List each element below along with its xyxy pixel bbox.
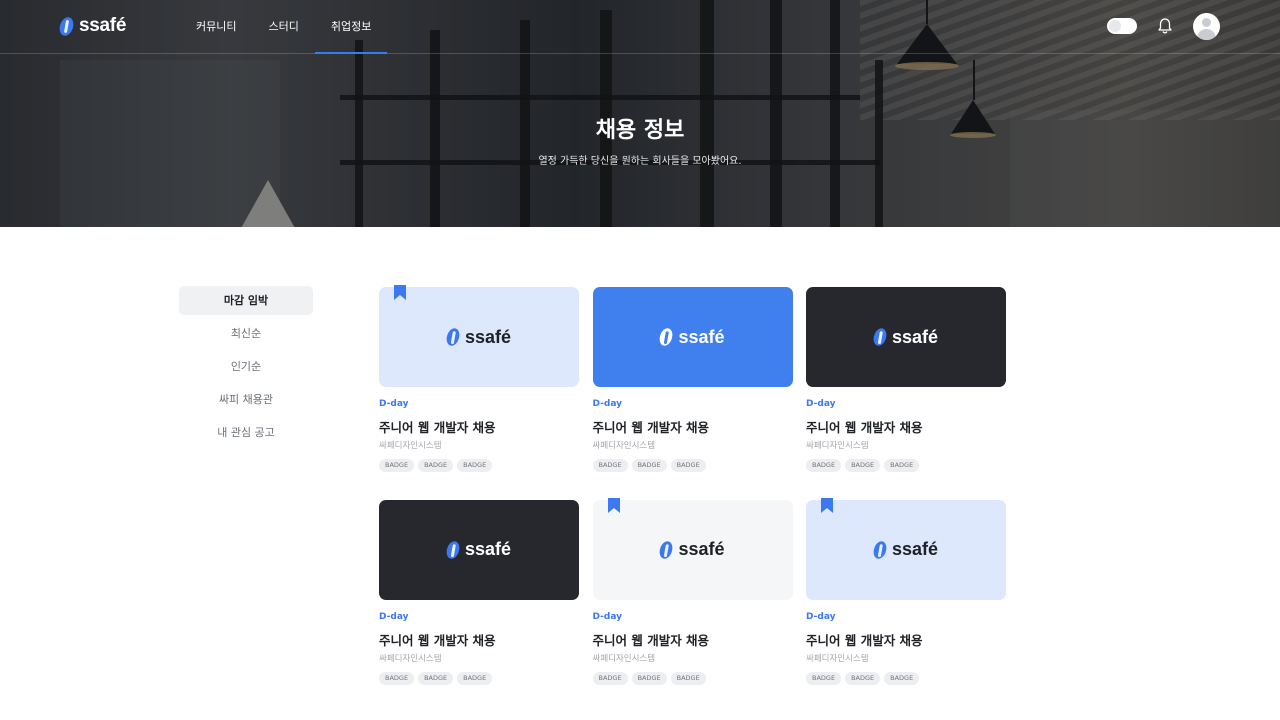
- badge: BADGE: [845, 459, 881, 472]
- badge: BADGE: [379, 459, 415, 472]
- badge: BADGE: [806, 459, 842, 472]
- bookmark-icon[interactable]: [394, 285, 406, 300]
- job-card-badges: BADGE BADGE BADGE: [592, 459, 706, 472]
- job-card-title[interactable]: 주니어 웹 개발자 채용: [379, 630, 496, 649]
- coffee-bean-icon: [57, 14, 76, 38]
- job-card-thumbnail: ssafé: [592, 287, 793, 387]
- job-card[interactable]: ssafé D-day 주니어 웹 개발자 채용 싸페디자인시스템 BADGE BADGE…: [806, 287, 1006, 487]
- job-card-title[interactable]: 주니어 웹 개발자 채용: [593, 630, 710, 649]
- bookmark-icon[interactable]: [607, 497, 620, 513]
- badge: BADGE: [592, 671, 628, 685]
- job-card-thumbnail: ssafé: [379, 499, 579, 600]
- job-card[interactable]: ssafé D-day 주니어 웹 개발자 채용 싸페디자인시스템 BADGE BADGE…: [592, 497, 793, 700]
- hero-banner: ssafé 커뮤니티 스터디 취업정보 채용 정보 열정 가득한 당신을 원하는…: [0, 0, 1280, 227]
- job-card-logo-text: ssafé: [464, 539, 512, 559]
- job-card[interactable]: ssafé D-day 주니어 웹 개발자 채용 싸페디자인시스템 BADGE BADGE…: [379, 499, 579, 700]
- bell-icon[interactable]: [1157, 17, 1173, 35]
- coffee-bean-icon: [657, 539, 675, 560]
- job-card-title[interactable]: 주니어 웹 개발자 채용: [806, 630, 923, 649]
- badge: BADGE: [379, 671, 415, 685]
- badge: BADGE: [884, 671, 920, 685]
- sidebar-item-latest[interactable]: 최신순: [179, 319, 313, 352]
- top-navbar: ssafé 커뮤니티 스터디 취업정보: [0, 0, 1280, 54]
- job-card-badges: BADGE BADGE BADGE: [806, 671, 920, 685]
- job-card-dday: D-day: [806, 399, 836, 409]
- job-card-logo-text: ssafé: [464, 326, 512, 347]
- badge: BADGE: [457, 671, 493, 685]
- avatar-head: [1202, 18, 1211, 27]
- nav-item-study[interactable]: 스터디: [252, 0, 314, 54]
- avatar-body: [1197, 29, 1216, 40]
- badge: BADGE: [845, 671, 881, 685]
- badge: BADGE: [418, 671, 454, 685]
- job-card[interactable]: ssafé D-day 주니어 웹 개발자 채용 싸페디자인시스템 BADGE BADGE…: [806, 497, 1006, 700]
- job-card-thumbnail: ssafé: [806, 497, 1006, 600]
- avatar[interactable]: [1193, 13, 1220, 40]
- job-card-dday: D-day: [592, 611, 622, 622]
- page-title: 채용 정보: [595, 118, 685, 143]
- coffee-bean-icon: [871, 539, 889, 560]
- job-card-dday: D-day: [379, 611, 409, 622]
- job-card-dday: D-day: [806, 611, 836, 622]
- sidebar-item-my-interest[interactable]: 내 관심 공고: [179, 418, 313, 451]
- job-card-company: 싸페디자인시스템: [806, 441, 869, 451]
- sort-sidebar: 마감 임박 최신순 인기순 싸피 채용관 내 관심 공고: [179, 286, 313, 451]
- sidebar-item-deadline[interactable]: 마감 임박: [179, 286, 313, 315]
- badge: BADGE: [806, 671, 842, 685]
- job-card-logo-text: ssafé: [678, 326, 725, 347]
- job-card-company: 싸페디자인시스템: [592, 653, 656, 664]
- job-card-badges: BADGE BADGE BADGE: [592, 671, 706, 685]
- logo-text: ssafé: [79, 15, 127, 36]
- job-card-badges: BADGE BADGE BADGE: [806, 459, 920, 472]
- badge: BADGE: [592, 459, 628, 472]
- badge: BADGE: [631, 671, 667, 685]
- job-card[interactable]: ssafé D-day 주니어 웹 개발자 채용 싸페디자인시스템 BADGE BADGE…: [592, 287, 793, 487]
- page-subtitle: 열정 가득한 당신을 원하는 회사들을 모아봤어요.: [538, 156, 742, 167]
- job-card-badges: BADGE BADGE BADGE: [379, 459, 493, 472]
- job-card-title[interactable]: 주니어 웹 개발자 채용: [806, 417, 923, 436]
- coffee-bean-icon: [657, 326, 675, 348]
- job-card-company: 싸페디자인시스템: [379, 653, 442, 664]
- job-card-logo-text: ssafé: [678, 539, 725, 559]
- job-card[interactable]: ssafé D-day 주니어 웹 개발자 채용 싸페디자인시스템 BADGE BADGE…: [379, 285, 579, 487]
- job-card-thumbnail: ssafé: [806, 287, 1006, 387]
- badge: BADGE: [884, 459, 920, 472]
- coffee-bean-icon: [871, 326, 889, 348]
- badge: BADGE: [457, 459, 493, 472]
- nav-item-community[interactable]: 커뮤니티: [180, 0, 252, 54]
- coffee-bean-icon: [444, 539, 462, 560]
- logo[interactable]: ssafé: [57, 14, 127, 38]
- badge: BADGE: [631, 459, 667, 472]
- sidebar-item-popular[interactable]: 인기순: [179, 352, 313, 385]
- theme-toggle[interactable]: [1107, 18, 1137, 34]
- job-card-badges: BADGE BADGE BADGE: [379, 671, 493, 685]
- nav-item-jobs[interactable]: 취업정보: [314, 0, 388, 54]
- sidebar-item-ssafy-jobs[interactable]: 싸피 채용관: [179, 385, 313, 418]
- job-card-company: 싸페디자인시스템: [379, 441, 442, 451]
- job-card-logo-text: ssafé: [891, 326, 939, 347]
- job-card-title[interactable]: 주니어 웹 개발자 채용: [593, 417, 710, 436]
- coffee-bean-icon: [444, 326, 462, 348]
- job-card-dday: D-day: [379, 399, 409, 409]
- job-card-logo-text: ssafé: [891, 539, 939, 559]
- job-card-thumbnail: ssafé: [592, 497, 793, 600]
- main-menu: 커뮤니티 스터디 취업정보: [180, 0, 388, 54]
- job-card-dday: D-day: [592, 399, 622, 409]
- badge: BADGE: [670, 459, 706, 472]
- job-card-thumbnail: ssafé: [379, 285, 579, 387]
- bookmark-icon[interactable]: [821, 497, 833, 513]
- badge: BADGE: [418, 459, 454, 472]
- job-card-title[interactable]: 주니어 웹 개발자 채용: [379, 417, 496, 436]
- badge: BADGE: [670, 671, 706, 685]
- job-card-company: 싸페디자인시스템: [592, 441, 656, 451]
- job-card-company: 싸페디자인시스템: [806, 653, 869, 664]
